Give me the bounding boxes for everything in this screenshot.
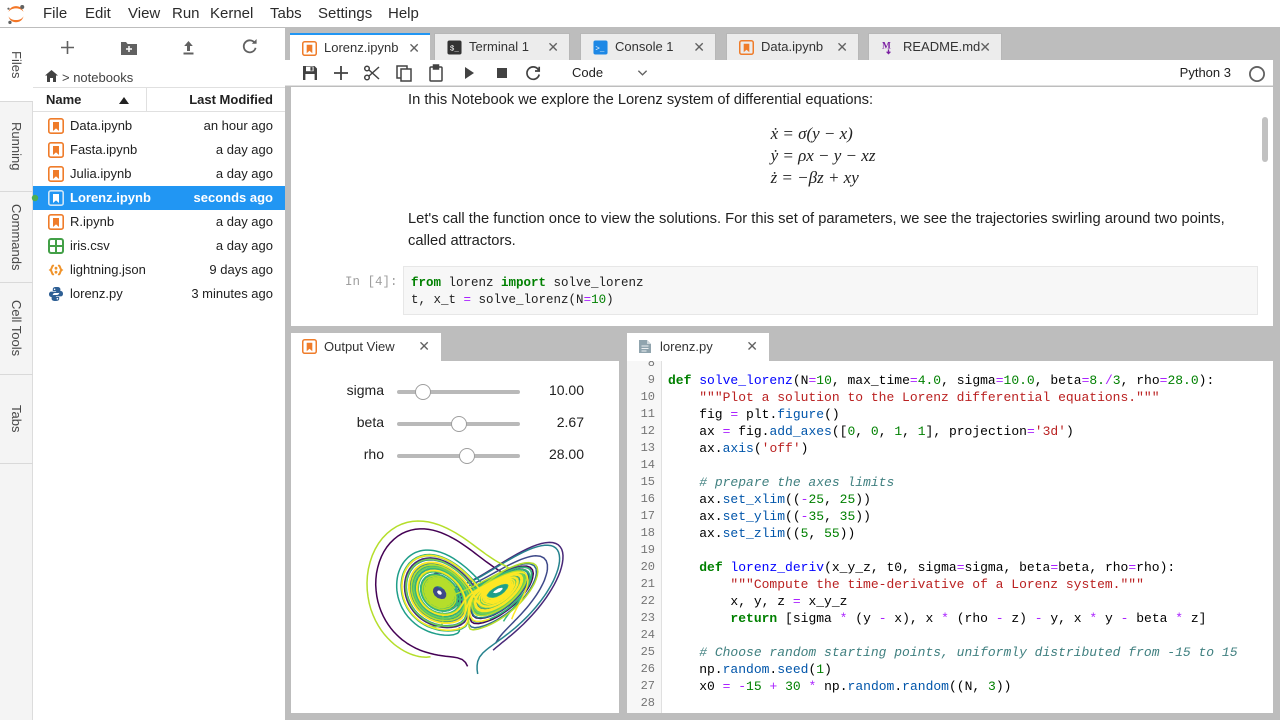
svg-text:>_: >_ bbox=[595, 45, 605, 53]
svg-text:$_: $_ bbox=[450, 45, 460, 53]
svg-text:M: M bbox=[882, 41, 891, 51]
